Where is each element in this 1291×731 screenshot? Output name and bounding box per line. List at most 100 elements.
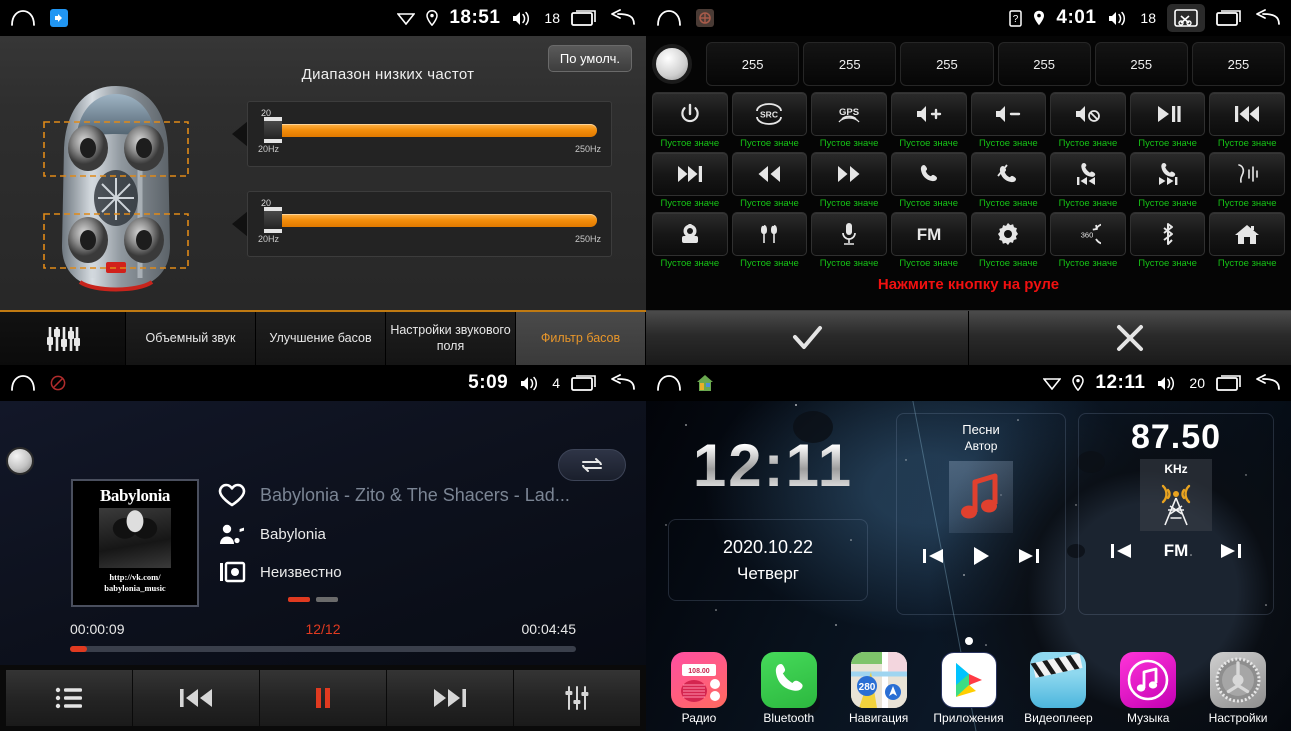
next-track-icon[interactable] — [1017, 546, 1041, 566]
slider-2-handle[interactable] — [264, 207, 282, 233]
home-icon[interactable] — [10, 374, 36, 392]
dual-zone-button[interactable] — [731, 212, 808, 256]
play-pause-button[interactable] — [1129, 92, 1206, 136]
back-icon[interactable] — [608, 374, 636, 392]
slider-1-handle[interactable] — [264, 117, 282, 143]
settings-button[interactable] — [970, 212, 1047, 256]
playlist-button[interactable] — [6, 670, 133, 726]
app-shortcut-icon[interactable] — [50, 9, 68, 27]
previous-track-icon[interactable] — [921, 546, 945, 566]
date-widget[interactable]: 2020.10.22 Четверг — [668, 519, 868, 601]
house-shortcut-icon[interactable] — [696, 374, 714, 392]
bass-slider-2[interactable]: 20 20Hz 250Hz — [232, 191, 612, 257]
phone-hangup-button[interactable] — [970, 152, 1047, 196]
value-box-5[interactable]: 255 — [1094, 42, 1188, 86]
microphone-button[interactable] — [811, 212, 887, 256]
confirm-button[interactable] — [646, 311, 969, 365]
page-dot[interactable] — [316, 597, 338, 602]
volume-knob[interactable] — [652, 44, 692, 84]
home-icon[interactable] — [10, 9, 36, 27]
app-video[interactable]: Видеоплеер — [1013, 652, 1103, 725]
swc-cell[interactable]: Пустое значе — [1050, 92, 1126, 149]
tab-bass-filter[interactable]: Фильтр басов — [516, 312, 646, 365]
progress-bar[interactable] — [70, 646, 576, 652]
volume-knob[interactable] — [6, 447, 34, 475]
volume-down-button[interactable] — [970, 92, 1047, 136]
back-icon[interactable] — [1253, 9, 1281, 27]
next-station-icon[interactable] — [1219, 541, 1243, 561]
value-box-4[interactable]: 255 — [997, 42, 1091, 86]
tab-sound-field[interactable]: Настройки звукового поля — [386, 312, 516, 365]
swc-cell[interactable]: Пустое значе — [1209, 212, 1285, 269]
app-music[interactable]: Музыка — [1103, 652, 1193, 725]
bluetooth-button[interactable] — [1129, 212, 1206, 256]
swc-cell[interactable]: Пустое значе — [1129, 92, 1206, 149]
app-shortcut-icon[interactable] — [696, 9, 714, 27]
equalizer-button[interactable] — [514, 670, 640, 726]
tab-equalizer[interactable] — [0, 312, 126, 365]
back-icon[interactable] — [608, 9, 636, 27]
home-button[interactable] — [1209, 212, 1285, 256]
fast-forward-button[interactable] — [811, 152, 887, 196]
gps-button[interactable]: GPS — [811, 92, 887, 136]
cancel-button[interactable] — [969, 311, 1291, 365]
app-applications[interactable]: Приложения — [924, 652, 1014, 725]
value-box-1[interactable]: 255 — [706, 42, 800, 86]
recent-apps-icon[interactable] — [1216, 9, 1242, 27]
swc-cell[interactable]: Пустое значе — [970, 212, 1047, 269]
swc-cell[interactable]: Пустое значе — [652, 212, 728, 269]
swc-cell[interactable]: FM Пустое значе — [890, 212, 967, 269]
back-icon[interactable] — [1253, 374, 1281, 392]
screenshot-icon[interactable] — [1167, 4, 1205, 32]
play-icon[interactable] — [969, 545, 993, 567]
previous-track-button[interactable] — [133, 670, 260, 726]
voice-command-button[interactable] — [1209, 152, 1285, 196]
recent-apps-icon[interactable] — [1216, 374, 1242, 392]
home-icon[interactable] — [656, 9, 682, 27]
swc-cell[interactable]: SRC Пустое значе — [731, 92, 808, 149]
value-box-3[interactable]: 255 — [900, 42, 994, 86]
previous-track-button[interactable] — [1209, 92, 1285, 136]
previous-station-icon[interactable] — [1109, 541, 1133, 561]
tab-surround[interactable]: Объемный звук — [126, 312, 256, 365]
home-page-indicator[interactable] — [964, 637, 973, 645]
swc-cell[interactable]: Пустое значе — [731, 152, 808, 209]
tab-bass-boost[interactable]: Улучшение басов — [256, 312, 386, 365]
swc-cell[interactable]: Пустое значе — [731, 212, 808, 269]
swc-cell[interactable]: Пустое значе — [1209, 152, 1285, 209]
swc-cell[interactable]: Пустое значе — [970, 152, 1047, 209]
app-radio[interactable]: 108.00 Радио — [654, 652, 744, 725]
value-box-6[interactable]: 255 — [1191, 42, 1286, 86]
src-button[interactable]: SRC — [731, 92, 808, 136]
swc-cell[interactable]: 360 Пустое значе — [1050, 212, 1126, 269]
power-button[interactable] — [652, 92, 728, 136]
swc-cell[interactable]: Пустое значе — [1129, 152, 1206, 209]
pause-button[interactable] — [260, 670, 387, 726]
app-bluetooth[interactable]: Bluetooth — [744, 652, 834, 725]
bass-slider-1[interactable]: 20 20Hz 250Hz — [232, 101, 612, 167]
swc-cell[interactable]: Пустое значе — [890, 152, 967, 209]
home-icon[interactable] — [656, 374, 682, 392]
camera-button[interactable] — [652, 212, 728, 256]
recent-apps-icon[interactable] — [571, 374, 597, 392]
music-widget[interactable]: Песни Автор — [896, 413, 1066, 615]
swc-cell[interactable]: Пустое значе — [1050, 152, 1126, 209]
repeat-button[interactable] — [558, 449, 626, 481]
swc-cell[interactable]: Пустое значе — [1209, 92, 1285, 149]
value-box-2[interactable]: 255 — [803, 42, 897, 86]
app-settings[interactable]: Настройки — [1193, 652, 1283, 725]
swc-cell[interactable]: Пустое значе — [970, 92, 1047, 149]
360-view-button[interactable]: 360 — [1050, 212, 1126, 256]
swc-cell[interactable]: Пустое значе — [1129, 212, 1206, 269]
app-navigation[interactable]: 280 Навигация — [834, 652, 924, 725]
fm-button[interactable]: FM — [890, 212, 967, 256]
swc-cell[interactable]: GPS Пустое значе — [811, 92, 887, 149]
phone-answer-button[interactable] — [890, 152, 967, 196]
next-track-button[interactable] — [652, 152, 728, 196]
swc-cell[interactable]: Пустое значе — [652, 92, 728, 149]
next-track-button[interactable] — [387, 670, 514, 726]
swc-cell[interactable]: Пустое значе — [811, 152, 887, 209]
recent-apps-icon[interactable] — [571, 9, 597, 27]
mute-button[interactable] — [1050, 92, 1126, 136]
swc-cell[interactable]: Пустое значе — [890, 92, 967, 149]
